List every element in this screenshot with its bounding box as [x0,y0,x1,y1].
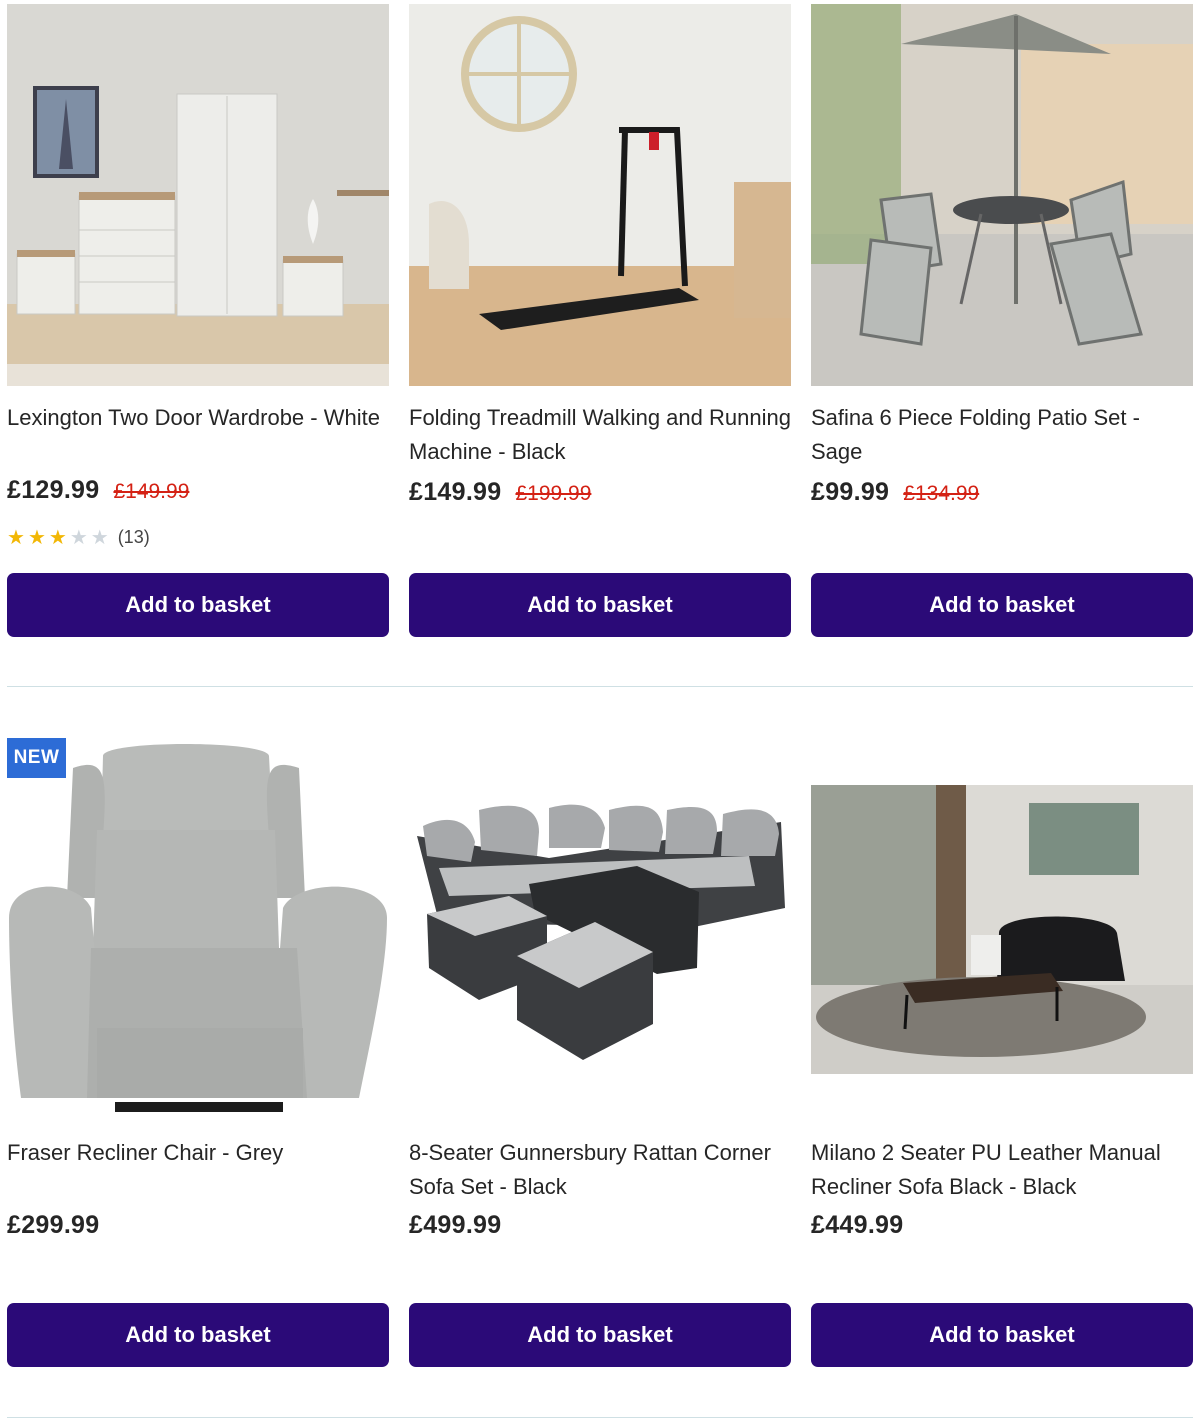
price-line: £129.99 £149.99 [7,476,189,505]
add-to-basket-button[interactable]: Add to basket [811,573,1193,637]
was-price: £134.99 [903,482,980,505]
add-to-basket-button[interactable]: Add to basket [7,1303,389,1367]
price-line: £449.99 [811,1211,903,1240]
row-divider [7,1417,1193,1418]
product-image-rattan-sofa[interactable] [409,738,791,1120]
star-icon: ★ [90,526,109,549]
product-image-treadmill[interactable] [409,4,791,386]
price-line: £99.99 £134.99 [811,478,979,507]
product-image-wardrobe[interactable] [7,4,389,386]
product-title[interactable]: Fraser Recliner Chair - Grey [7,1136,389,1170]
price-line: £299.99 [7,1211,99,1240]
current-price: £149.99 [409,478,502,506]
product-image-patio-set[interactable] [811,4,1193,386]
current-price: £499.99 [409,1211,502,1239]
new-badge: NEW [7,738,66,778]
add-to-basket-button[interactable]: Add to basket [811,1303,1193,1367]
current-price: £99.99 [811,478,890,506]
star-icon: ★ [69,526,88,549]
product-image-recliner-chair[interactable]: NEW [7,738,389,1120]
add-to-basket-button[interactable]: Add to basket [409,1303,791,1367]
row-divider [7,686,1193,687]
price-line: £149.99 £199.99 [409,478,591,507]
product-title[interactable]: Lexington Two Door Wardrobe - White [7,401,389,435]
star-rating[interactable]: ★ ★ ★ ★ ★ (13) [7,527,150,548]
product-title[interactable]: Safina 6 Piece Folding Patio Set - Sage [811,401,1193,469]
product-title[interactable]: Milano 2 Seater PU Leather Manual Reclin… [811,1136,1193,1204]
star-icon: ★ [7,526,25,549]
product-image-leather-sofa[interactable] [811,785,1193,1074]
was-price: £149.99 [113,480,190,503]
star-icon: ★ [27,526,46,549]
current-price: £449.99 [811,1211,904,1239]
price-line: £499.99 [409,1211,501,1240]
review-count: (13) [117,527,150,547]
add-to-basket-button[interactable]: Add to basket [7,573,389,637]
add-to-basket-button[interactable]: Add to basket [409,573,791,637]
product-title[interactable]: 8-Seater Gunnersbury Rattan Corner Sofa … [409,1136,791,1204]
current-price: £299.99 [7,1211,100,1239]
star-icon: ★ [48,526,67,549]
current-price: £129.99 [7,476,100,504]
product-title[interactable]: Folding Treadmill Walking and Running Ma… [409,401,791,469]
was-price: £199.99 [515,482,592,505]
